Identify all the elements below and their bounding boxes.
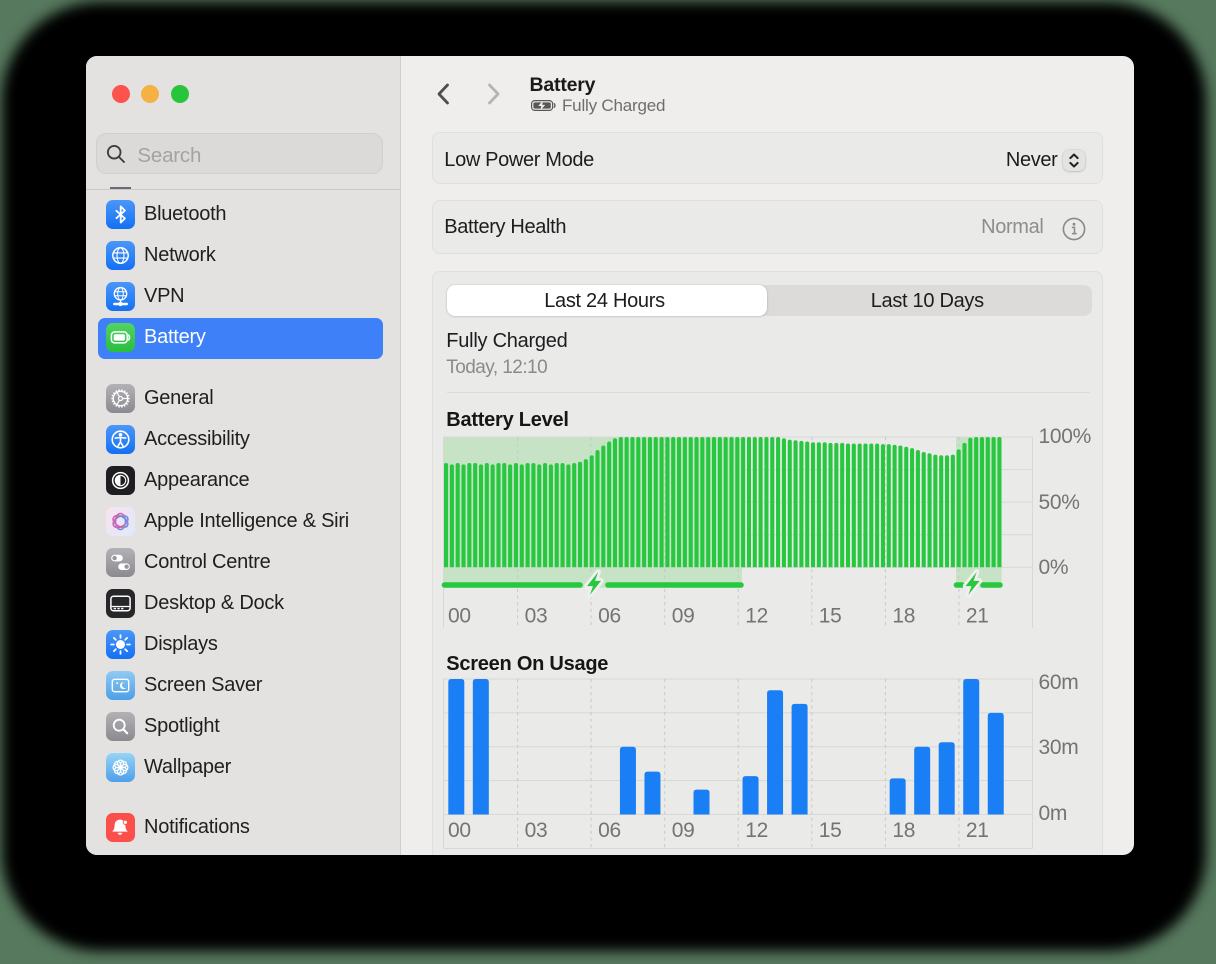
svg-text:03: 03 (525, 819, 548, 842)
svg-text:03: 03 (525, 604, 548, 627)
svg-text:15: 15 (819, 819, 842, 842)
svg-text:06: 06 (598, 819, 621, 842)
svg-text:06: 06 (598, 604, 621, 627)
svg-text:21: 21 (966, 819, 989, 842)
svg-text:18: 18 (892, 819, 915, 842)
svg-text:00: 00 (448, 604, 471, 627)
svg-text:18: 18 (892, 604, 915, 627)
svg-text:12: 12 (745, 604, 768, 627)
svg-text:12: 12 (745, 819, 768, 842)
svg-text:21: 21 (966, 604, 989, 627)
svg-text:15: 15 (819, 604, 842, 627)
svg-text:09: 09 (672, 819, 695, 842)
svg-text:09: 09 (672, 604, 695, 627)
svg-text:00: 00 (448, 819, 471, 842)
